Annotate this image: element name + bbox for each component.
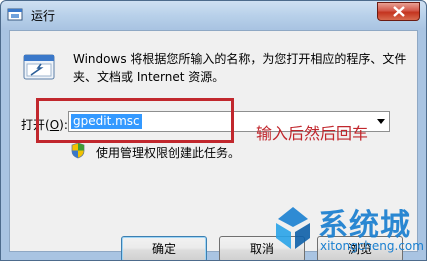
close-button[interactable]: [377, 2, 420, 21]
watermark-name: 系统城: [318, 208, 411, 243]
run-program-icon: [22, 51, 56, 85]
chevron-down-icon: [377, 119, 385, 124]
uac-shield-icon: [71, 142, 85, 159]
annotation-text: 输入后然后回车: [256, 124, 369, 143]
dialog-description: Windows 将根据您所输入的名称，为您打开相应的程序、文件夹、文档或 Int…: [73, 52, 407, 84]
dropdown-button[interactable]: [373, 112, 389, 131]
watermark: 系统城 xitongcheng.com: [262, 195, 424, 261]
watermark-url: xitongcheng.com: [320, 239, 424, 253]
run-app-icon: [7, 7, 23, 23]
window-title: 运行: [31, 9, 56, 23]
admin-privilege-note: 使用管理权限创建此任务。: [96, 146, 241, 160]
title-bar[interactable]: 运行: [1, 1, 426, 29]
ok-button[interactable]: 确定: [121, 236, 207, 260]
annotation-highlight-box: [36, 98, 234, 143]
close-icon: [393, 6, 405, 17]
watermark-logo-icon: [270, 205, 316, 251]
